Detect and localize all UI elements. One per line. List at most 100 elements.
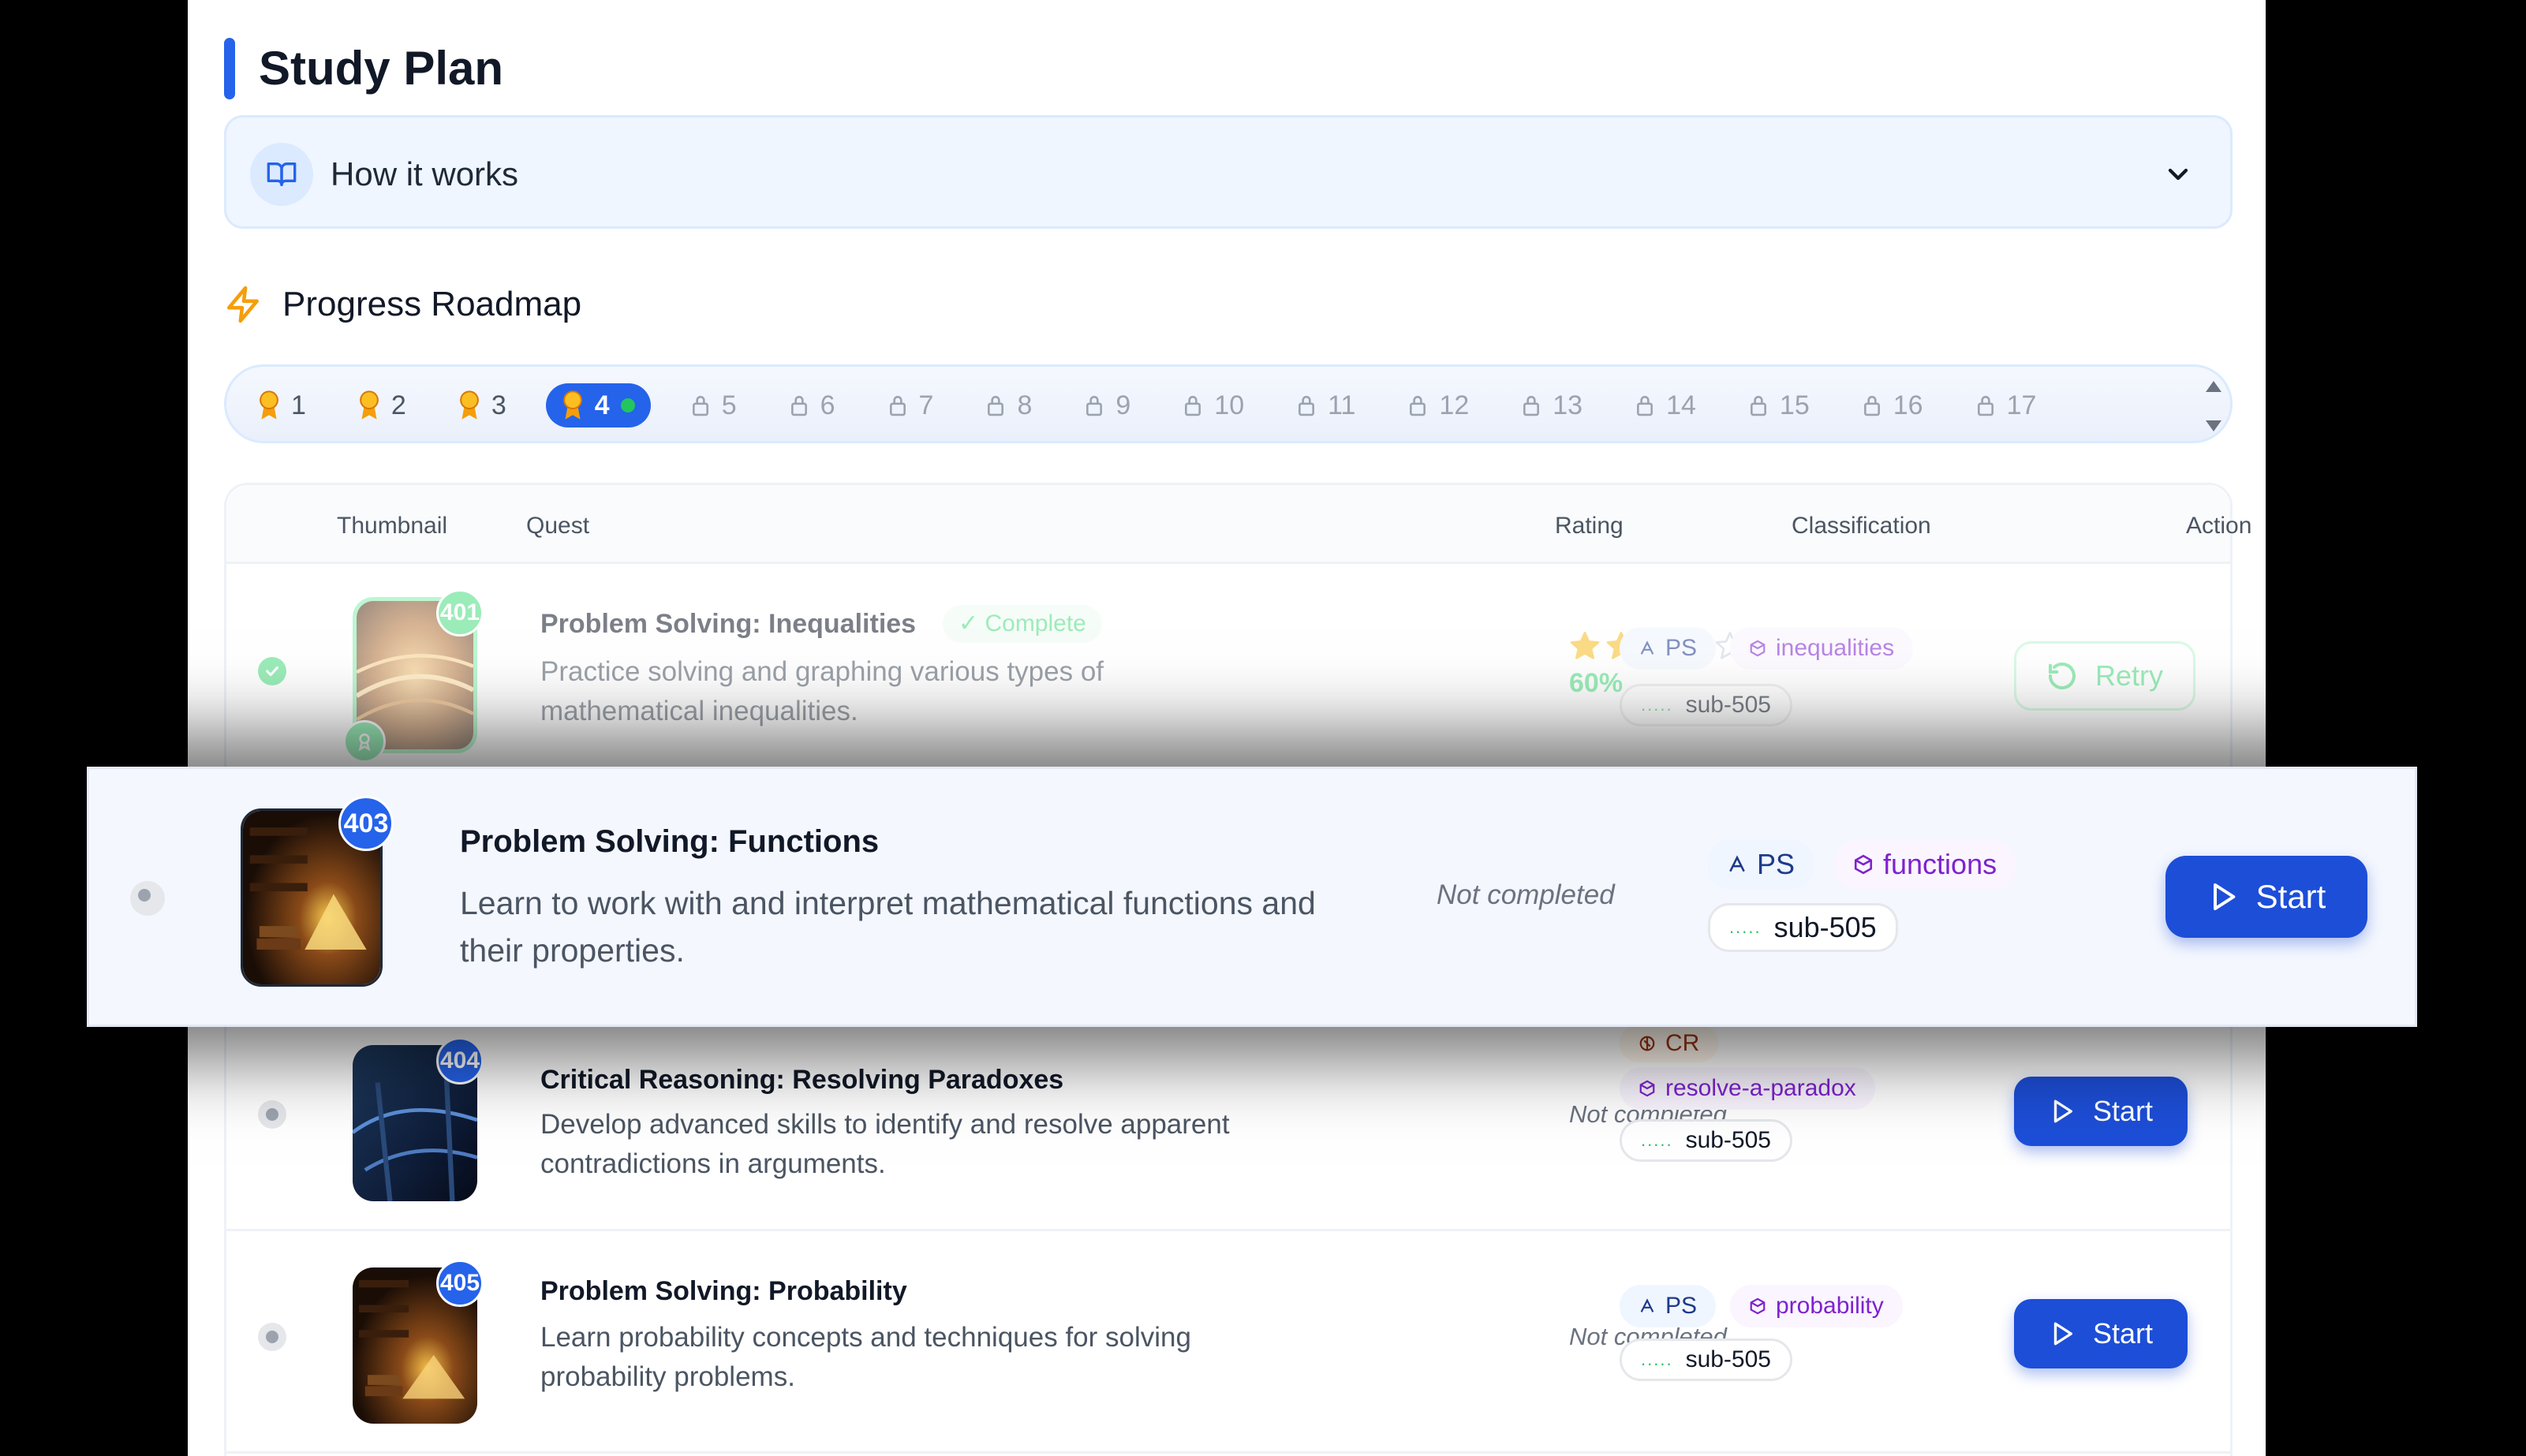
lock-icon [1635,394,1655,417]
quest-thumbnail[interactable]: 401 [343,589,484,763]
roadmap-step[interactable]: 2 [346,383,419,427]
roadmap-step: 16 [1849,383,1936,427]
sub-tag[interactable]: ..... sub-505 [1620,684,1792,726]
roadmap-step-label: 5 [721,390,737,420]
quest-thumbnail[interactable]: 405 [353,1260,484,1424]
start-button[interactable]: Start [2014,1299,2188,1368]
start-label: Start [2092,1095,2154,1127]
sub-tag[interactable]: ..... sub-505 [1620,1119,1792,1162]
lock-icon [1407,394,1428,417]
award-ribbon-icon [343,720,386,763]
quest-number-badge: 405 [436,1260,484,1307]
roadmap-step[interactable]: 4 [545,383,651,427]
chevron-down-icon[interactable] [2162,159,2194,190]
table-row: 405 Problem Solving: Probability Learn p… [226,1231,2230,1454]
quest-description: Learn probability concepts and technique… [540,1322,1191,1392]
current-indicator-dot [620,398,635,413]
topic-tag[interactable]: probability [1730,1285,1903,1327]
roadmap-step: 7 [875,383,947,427]
roadmap-step-label: 4 [594,390,610,420]
topic-tag[interactable]: inequalities [1730,627,1914,670]
pending-status-icon [258,1323,286,1351]
sub-tag-label: sub-505 [1685,692,1771,718]
sub-tag-label: sub-505 [1685,1346,1771,1372]
header-rating: Rating [1555,513,1624,539]
quest-number-badge: 401 [436,589,484,637]
topic-tag[interactable]: resolve-a-paradox [1620,1067,1875,1110]
start-label: Start [2255,878,2326,915]
quest-number-badge: 404 [436,1037,484,1085]
header-quest: Quest [526,513,590,539]
sub-tag[interactable]: ..... sub-505 [1708,903,1898,952]
how-it-works-label: How it works [331,155,519,192]
roadmap-step[interactable]: 3 [446,383,519,427]
ps-icon [1727,854,1747,875]
header-thumbnail: Thumbnail [337,513,448,539]
lock-icon [1748,394,1769,417]
retry-icon [2046,660,2078,692]
how-it-works-accordion[interactable]: How it works [224,115,2233,229]
play-icon [2207,881,2239,913]
title-accent-bar [224,38,235,99]
roadmap-step: 10 [1170,383,1257,427]
cube-icon [1853,854,1874,875]
sub-tag-dots: ..... [1729,917,1762,937]
header-action: Action [2186,513,2252,539]
quest-description: Practice solving and graphing various ty… [540,656,1104,726]
quest-thumbnail[interactable]: 404 [353,1037,484,1201]
quest-title[interactable]: Critical Reasoning: Resolving Paradoxes [540,1062,1063,1097]
medal-icon [458,390,480,420]
type-tag[interactable]: PS [1620,1285,1717,1327]
highlighted-quest-row[interactable]: 403 Problem Solving: Functions Learn to … [87,767,2417,1027]
roadmap-step-label: 14 [1666,390,1696,420]
scroll-arrows-icon[interactable] [2202,375,2225,438]
roadmap-step: 8 [973,383,1044,427]
star-filled-icon [1570,632,1600,659]
ps-icon [1639,640,1656,657]
lock-icon [1521,394,1541,417]
sub-tag-label: sub-505 [1685,1127,1771,1153]
roadmap-step: 9 [1071,383,1143,427]
roadmap-step: 5 [678,383,749,427]
lock-icon [887,394,908,417]
page-title: Study Plan [259,42,504,95]
quest-title[interactable]: Problem Solving: Functions [460,821,879,862]
quest-number-badge: 403 [338,796,394,851]
roadmap-step-label: 15 [1779,390,1810,420]
lock-icon [985,394,1006,417]
table-header: Thumbnail Quest Rating Classification Ac… [226,485,2251,564]
quest-title[interactable]: Problem Solving: Probability [540,1274,907,1309]
lightning-icon [226,286,259,323]
start-label: Start [2092,1317,2154,1350]
topic-tag-label: resolve-a-paradox [1665,1075,1856,1101]
roadmap-step-label: 9 [1115,390,1131,420]
type-tag[interactable]: CR [1620,1025,1719,1062]
roadmap-step[interactable]: 1 [245,383,319,427]
start-button[interactable]: Start [2014,1077,2188,1146]
ps-icon [1639,1297,1656,1315]
retry-button[interactable]: Retry [2014,641,2195,711]
roadmap-step-label: 11 [1328,390,1356,420]
sub-tag[interactable]: ..... sub-505 [1620,1338,1792,1381]
lock-icon [1975,394,1996,417]
sub-tag-dots: ..... [1641,1350,1673,1369]
medal-icon [358,390,380,420]
cube-icon [1639,1080,1656,1097]
roadmap-step-label: 8 [1017,390,1033,420]
quest-title[interactable]: Problem Solving: Inequalities [540,607,916,641]
roadmap-step-label: 12 [1439,390,1470,420]
pending-status-icon [258,1100,286,1129]
roadmap-step: 15 [1736,383,1822,427]
type-tag[interactable]: PS [1708,840,1814,889]
type-tag[interactable]: PS [1620,627,1717,670]
roadmap-step-label: 3 [491,390,506,420]
roadmap-step-label: 7 [918,390,934,420]
topic-tag-label: functions [1883,848,1997,880]
quest-thumbnail[interactable]: 403 [241,796,394,987]
lock-icon [1183,394,1203,417]
start-button[interactable]: Start [2165,856,2367,938]
roadmap-step-label: 6 [820,390,835,420]
type-tag-label: PS [1757,848,1795,880]
topic-tag[interactable]: functions [1834,840,2016,889]
header-classification: Classification [1792,513,1931,539]
